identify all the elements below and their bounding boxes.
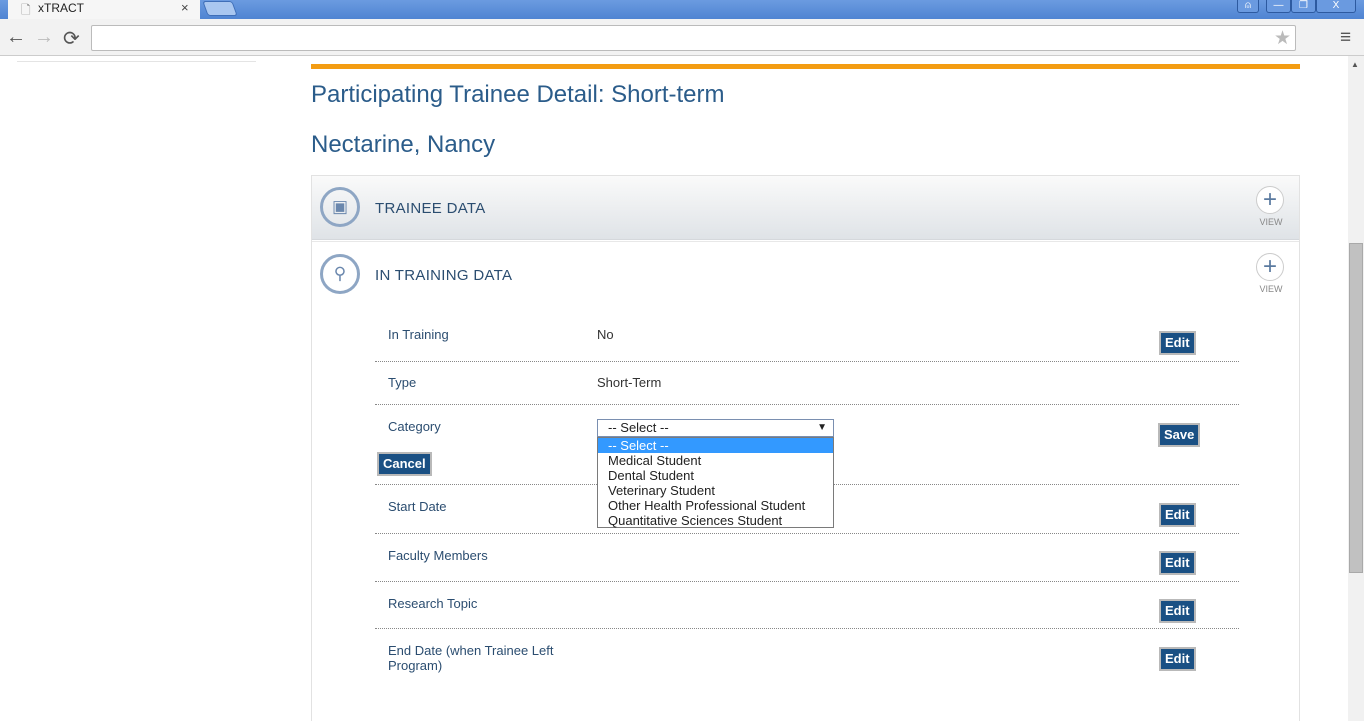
- dropdown-option[interactable]: Veterinary Student: [598, 483, 833, 498]
- plus-icon: +: [1256, 186, 1284, 214]
- field-label: Research Topic: [388, 596, 478, 611]
- divider: [375, 361, 1239, 362]
- bookmark-star-icon[interactable]: ★: [1274, 27, 1291, 50]
- field-label: Type: [388, 375, 417, 390]
- field-value: No: [597, 327, 614, 342]
- plus-icon: +: [1256, 253, 1284, 281]
- edit-end-date-button[interactable]: Edit: [1159, 647, 1196, 671]
- tab-close-icon[interactable]: ×: [181, 0, 189, 15]
- scroll-up-icon[interactable]: ▲: [1351, 60, 1359, 69]
- accent-bar: [311, 64, 1300, 69]
- sidebar-divider: [17, 61, 256, 62]
- browser-tab[interactable]: [8, 0, 200, 19]
- scrollbar-thumb[interactable]: [1349, 243, 1363, 573]
- divider: [375, 581, 1239, 582]
- field-label: End Date (when Trainee Left Program): [388, 643, 554, 673]
- divider: [375, 628, 1239, 629]
- view-label: VIEW: [1259, 217, 1283, 227]
- back-icon[interactable]: ←: [6, 26, 26, 49]
- cancel-button[interactable]: Cancel: [377, 452, 432, 476]
- new-tab-button[interactable]: [202, 1, 238, 16]
- field-label: Category: [388, 419, 441, 434]
- section-title: TRAINEE DATA: [375, 200, 486, 217]
- edit-in-training-button[interactable]: Edit: [1159, 331, 1196, 355]
- forward-icon[interactable]: →: [34, 26, 54, 49]
- menu-icon[interactable]: ≡: [1340, 27, 1351, 49]
- dropdown-option[interactable]: Other Health Professional Student: [598, 498, 833, 513]
- restore-button[interactable]: ❐: [1291, 0, 1316, 13]
- view-button[interactable]: + VIEW: [1256, 186, 1286, 227]
- id-card-icon: ▣: [320, 187, 360, 227]
- reload-icon[interactable]: ⟳: [63, 26, 80, 51]
- divider: [375, 404, 1239, 405]
- save-button[interactable]: Save: [1158, 423, 1201, 447]
- dropdown-option[interactable]: Dental Student: [598, 468, 833, 483]
- page-title: Participating Trainee Detail: Short-term: [311, 81, 725, 108]
- divider: [375, 533, 1239, 534]
- trainee-name: Nectarine, Nancy: [311, 131, 496, 158]
- tab-title: xTRACT: [38, 1, 84, 15]
- dropdown-option[interactable]: Quantitative Sciences Student: [598, 513, 833, 528]
- view-label: VIEW: [1259, 284, 1283, 294]
- minimize-button[interactable]: —: [1266, 0, 1291, 13]
- location-pin-icon: ⚲: [320, 254, 360, 294]
- chevron-down-icon: ▼: [817, 422, 827, 433]
- section-title: IN TRAINING DATA: [375, 267, 513, 284]
- field-label: Start Date: [388, 499, 447, 514]
- category-dropdown-list[interactable]: -- Select -- Medical Student Dental Stud…: [597, 437, 834, 528]
- edit-research-topic-button[interactable]: Edit: [1159, 599, 1196, 623]
- field-label: In Training: [388, 327, 449, 342]
- dropdown-option[interactable]: Medical Student: [598, 453, 833, 468]
- address-bar[interactable]: [91, 25, 1296, 51]
- field-value: Short-Term: [597, 375, 662, 390]
- close-window-button[interactable]: X: [1316, 0, 1356, 13]
- field-label: Faculty Members: [388, 548, 488, 563]
- edit-start-date-button[interactable]: Edit: [1159, 503, 1196, 527]
- edit-faculty-button[interactable]: Edit: [1159, 551, 1196, 575]
- view-button[interactable]: + VIEW: [1256, 253, 1286, 294]
- category-select[interactable]: -- Select -- ▼: [597, 419, 834, 437]
- user-icon[interactable]: ⍝: [1237, 0, 1259, 13]
- selected-value: -- Select --: [608, 420, 669, 435]
- divider: [312, 241, 1299, 242]
- dropdown-option[interactable]: -- Select --: [598, 438, 833, 453]
